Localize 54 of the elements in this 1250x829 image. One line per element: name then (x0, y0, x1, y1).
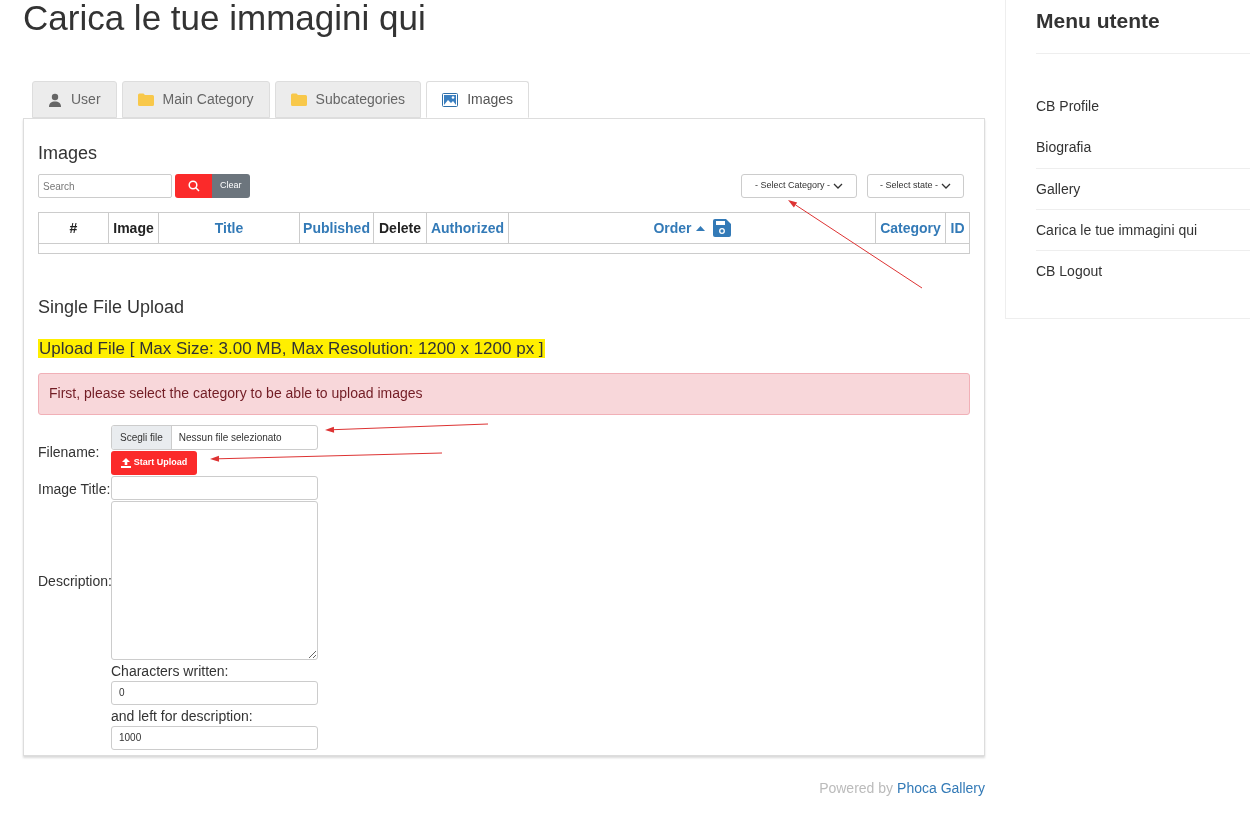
file-input[interactable]: Scegli file Nessun file selezionato (111, 424, 318, 450)
tab[interactable]: Subcategories (274, 81, 422, 118)
tab[interactable]: Images (426, 81, 530, 118)
column-header: Image (113, 218, 154, 238)
chars-left-field[interactable]: 1000 (111, 725, 318, 750)
sort-up-icon (695, 225, 705, 231)
image-icon (442, 92, 459, 107)
folder-icon (137, 93, 154, 106)
column-header-link[interactable]: Title (214, 217, 244, 239)
chars-left-label: and left for description: (111, 706, 254, 726)
category-select[interactable]: - Select Category - (741, 174, 857, 198)
image-title-label: Image Title: (38, 479, 111, 499)
file-status: Nessun file selezionato (177, 430, 283, 445)
description-field[interactable] (111, 500, 318, 660)
sidebar-link[interactable]: CB Logout (1036, 260, 1103, 282)
clear-button[interactable]: Clear (212, 174, 250, 198)
column-header: # (69, 218, 78, 238)
search-field[interactable]: Search (38, 174, 172, 198)
chevron-icon (833, 183, 843, 189)
column-header-link[interactable]: Authorized (430, 217, 505, 239)
start-upload-button[interactable]: Start Upload (111, 450, 197, 475)
chars-written-field[interactable]: 0 (111, 680, 318, 705)
tab[interactable]: User (32, 81, 117, 118)
choose-file-button[interactable]: Scegli file (112, 425, 172, 449)
page-title: Carica le tue immagini qui (23, 0, 427, 38)
sidebar-link[interactable]: Biografia (1036, 137, 1092, 158)
user-icon (48, 92, 62, 107)
footer-text: Powered by (819, 779, 894, 798)
chars-written-label: Characters written: (111, 661, 230, 681)
column-header-link[interactable]: Published (303, 217, 370, 239)
save-icon[interactable] (712, 219, 731, 237)
column-header-link[interactable]: Order (653, 217, 692, 239)
section-heading: Images (38, 143, 99, 163)
alert-message: First, please select the category to be able to upload images (38, 372, 970, 415)
column-header-link[interactable]: Category (880, 217, 941, 239)
state-select[interactable]: - Select state - (867, 174, 964, 198)
search-button[interactable] (175, 174, 212, 198)
upload-limits: Upload File [ Max Size: 3.00 MB, Max Resolution: 1200 x 1200 px ] (38, 339, 545, 358)
sidebar-link[interactable]: Carica le tue immagini qui (1036, 219, 1198, 241)
image-title-field[interactable] (111, 475, 318, 500)
section-heading: Single File Upload (38, 297, 186, 317)
folder-icon (290, 93, 307, 106)
column-header: Delete (379, 218, 421, 238)
filename-label: Filename: (38, 442, 101, 462)
sidebar-link[interactable]: CB Profile (1036, 96, 1100, 117)
footer-link[interactable]: Phoca Gallery (897, 778, 985, 799)
tab[interactable]: Main Category (121, 81, 270, 118)
description-label: Description: (38, 571, 111, 591)
column-header-link[interactable]: ID (950, 217, 965, 239)
upload-icon (120, 457, 131, 468)
sidebar-link[interactable]: Gallery (1036, 178, 1081, 200)
search-icon (187, 180, 200, 192)
sidebar-title: Menu utente (1036, 8, 1161, 34)
chevron-icon (941, 183, 951, 189)
